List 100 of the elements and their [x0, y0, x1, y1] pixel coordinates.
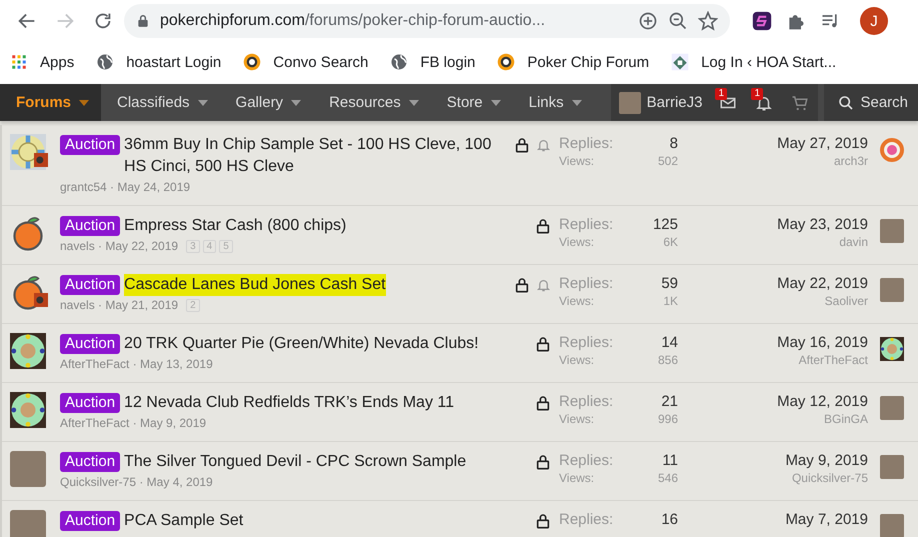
last-post-date[interactable]: May 7, 2019 [785, 510, 868, 530]
views-label: Views: [559, 471, 596, 485]
prefix-label[interactable]: Auction [60, 452, 120, 472]
bookmark-link[interactable]: FB login [420, 54, 476, 70]
star-icon [698, 11, 718, 31]
thread-byline: Quicksilver-75 · May 4, 2019 [60, 475, 213, 489]
views-count: 1K [662, 294, 678, 308]
nav-tab[interactable]: Store [430, 84, 513, 121]
last-poster-avatar [880, 138, 904, 162]
apps-grid-icon [10, 53, 28, 71]
replies-count: 125 [652, 215, 678, 235]
globe-icon [390, 53, 408, 71]
nav-tab[interactable]: Forums [0, 84, 102, 121]
nav-tab[interactable]: Gallery [220, 84, 314, 121]
replies-label: Replies: [559, 510, 614, 530]
bookmark-link[interactable]: Log In ‹ HOA Start... [701, 54, 836, 70]
prefix-label[interactable]: Auction [60, 393, 120, 413]
nav-tab[interactable]: Links [512, 84, 594, 121]
cart-icon [791, 94, 810, 112]
last-post-date[interactable]: May 22, 2019 [777, 274, 868, 294]
views-label: Views: [559, 294, 596, 308]
user-menu[interactable]: BarrieJ3 [610, 84, 710, 121]
search-button[interactable]: Search [824, 84, 918, 121]
caret-icon [572, 100, 582, 106]
replies-count: 21 [660, 392, 678, 412]
count-badge: 1 [751, 88, 764, 100]
last-post-date[interactable]: May 23, 2019 [777, 215, 868, 235]
globe-icon [96, 53, 114, 71]
prefix-label[interactable]: Auction [60, 511, 120, 531]
address-bar[interactable]: pokerchipforum.com/forums/poker-chip-forum-auctio... [124, 4, 730, 38]
house-icon [671, 53, 690, 71]
thread-title[interactable]: Cascade Lanes Bud Jones Cash Set [124, 274, 386, 296]
nav-tab[interactable]: Resources [313, 84, 431, 121]
last-post-date[interactable]: May 16, 2019 [777, 333, 868, 353]
lock-icon [514, 277, 530, 293]
last-poster-avatar-photo-placeholder [880, 278, 904, 302]
last-post-date[interactable]: May 12, 2019 [777, 392, 868, 412]
bookmark-link[interactable]: Poker Chip Forum [527, 54, 650, 70]
thread-byline: navels · May 21, 2019 [60, 298, 178, 312]
prefix-label[interactable]: Auction [60, 275, 120, 295]
lock-icon [535, 336, 551, 352]
poker-chip-icon [243, 53, 262, 71]
bell-icon [536, 137, 551, 153]
thread-byline: AfterTheFact · May 9, 2019 [60, 416, 206, 430]
small-avatar-photo-placeholder [34, 293, 48, 307]
thread-byline: AfterTheFact · May 13, 2019 [60, 357, 213, 371]
bookmark-link[interactable]: Convo Search [273, 54, 368, 70]
search-icon [838, 94, 854, 110]
lock-icon [535, 454, 551, 470]
cart-button[interactable] [782, 84, 818, 121]
last-poster-avatar-photo-placeholder [880, 219, 904, 243]
thread-title[interactable]: The Silver Tongued Devil - CPC Scrown Sample [124, 451, 466, 473]
last-poster-avatar [880, 337, 904, 361]
views-label: Views: [559, 412, 596, 426]
bell-button[interactable]: 1 [746, 84, 782, 121]
replies-count: 8 [668, 134, 678, 154]
views-count: 856 [658, 353, 678, 367]
zoom-out-icon [668, 11, 688, 31]
replies-label: Replies: [559, 333, 614, 353]
thread-byline: navels · May 22, 2019 [60, 239, 178, 253]
replies-label: Replies: [559, 134, 614, 154]
mail-button[interactable]: 1 [710, 84, 746, 121]
bookmark-link[interactable]: Apps [40, 54, 74, 70]
thread-avatar [10, 392, 46, 428]
small-avatar-photo-placeholder [34, 153, 48, 167]
thread-title[interactable]: Empress Star Cash (800 chips) [124, 215, 346, 237]
last-post-date[interactable]: May 27, 2019 [777, 134, 868, 154]
count-badge: 1 [715, 88, 728, 100]
prefix-label[interactable]: Auction [60, 334, 120, 354]
add-circle-icon [638, 11, 658, 31]
caret-icon [79, 100, 90, 106]
caret-icon [490, 100, 501, 106]
replies-label: Replies: [559, 215, 614, 235]
thread-avatar [10, 333, 46, 369]
views-label: Views: [559, 353, 596, 367]
caret-icon [408, 100, 419, 106]
thread-title[interactable]: 20 TRK Quarter Pie (Green/White) Nevada Clubs! [124, 333, 479, 355]
bookmark-link[interactable]: hoastart Login [126, 54, 222, 70]
views-count: 6K [662, 235, 678, 249]
thread-title[interactable]: 36mm Buy In Chip Sample Set - 100 HS Cleve, 100 HS Cinci, 500 HS Cleve [124, 134, 503, 178]
replies-label: Replies: [559, 392, 614, 412]
nav-tab[interactable]: Classifieds [101, 84, 220, 121]
views-count: 546 [658, 471, 678, 485]
caret-icon [291, 100, 302, 106]
views-count: 502 [658, 154, 678, 168]
replies-count: 14 [660, 333, 678, 353]
profile-avatar[interactable]: J [860, 7, 888, 35]
lock-icon [514, 137, 530, 153]
prefix-label[interactable]: Auction [60, 216, 120, 236]
replies-count: 59 [661, 274, 678, 294]
last-post-date[interactable]: May 9, 2019 [785, 451, 868, 471]
poker-chip-icon [497, 53, 516, 71]
thread-title[interactable]: 12 Nevada Club Redfields TRK’s Ends May 11 [124, 392, 454, 414]
replies-count: 11 [661, 451, 678, 471]
thread-title[interactable]: PCA Sample Set [124, 510, 244, 532]
caret-icon [198, 100, 208, 106]
thread-avatar-photo-placeholder [10, 451, 46, 487]
thread-avatar-photo-placeholder [10, 510, 46, 537]
prefix-label[interactable]: Auction [60, 135, 120, 155]
views-label: Views: [559, 154, 596, 168]
